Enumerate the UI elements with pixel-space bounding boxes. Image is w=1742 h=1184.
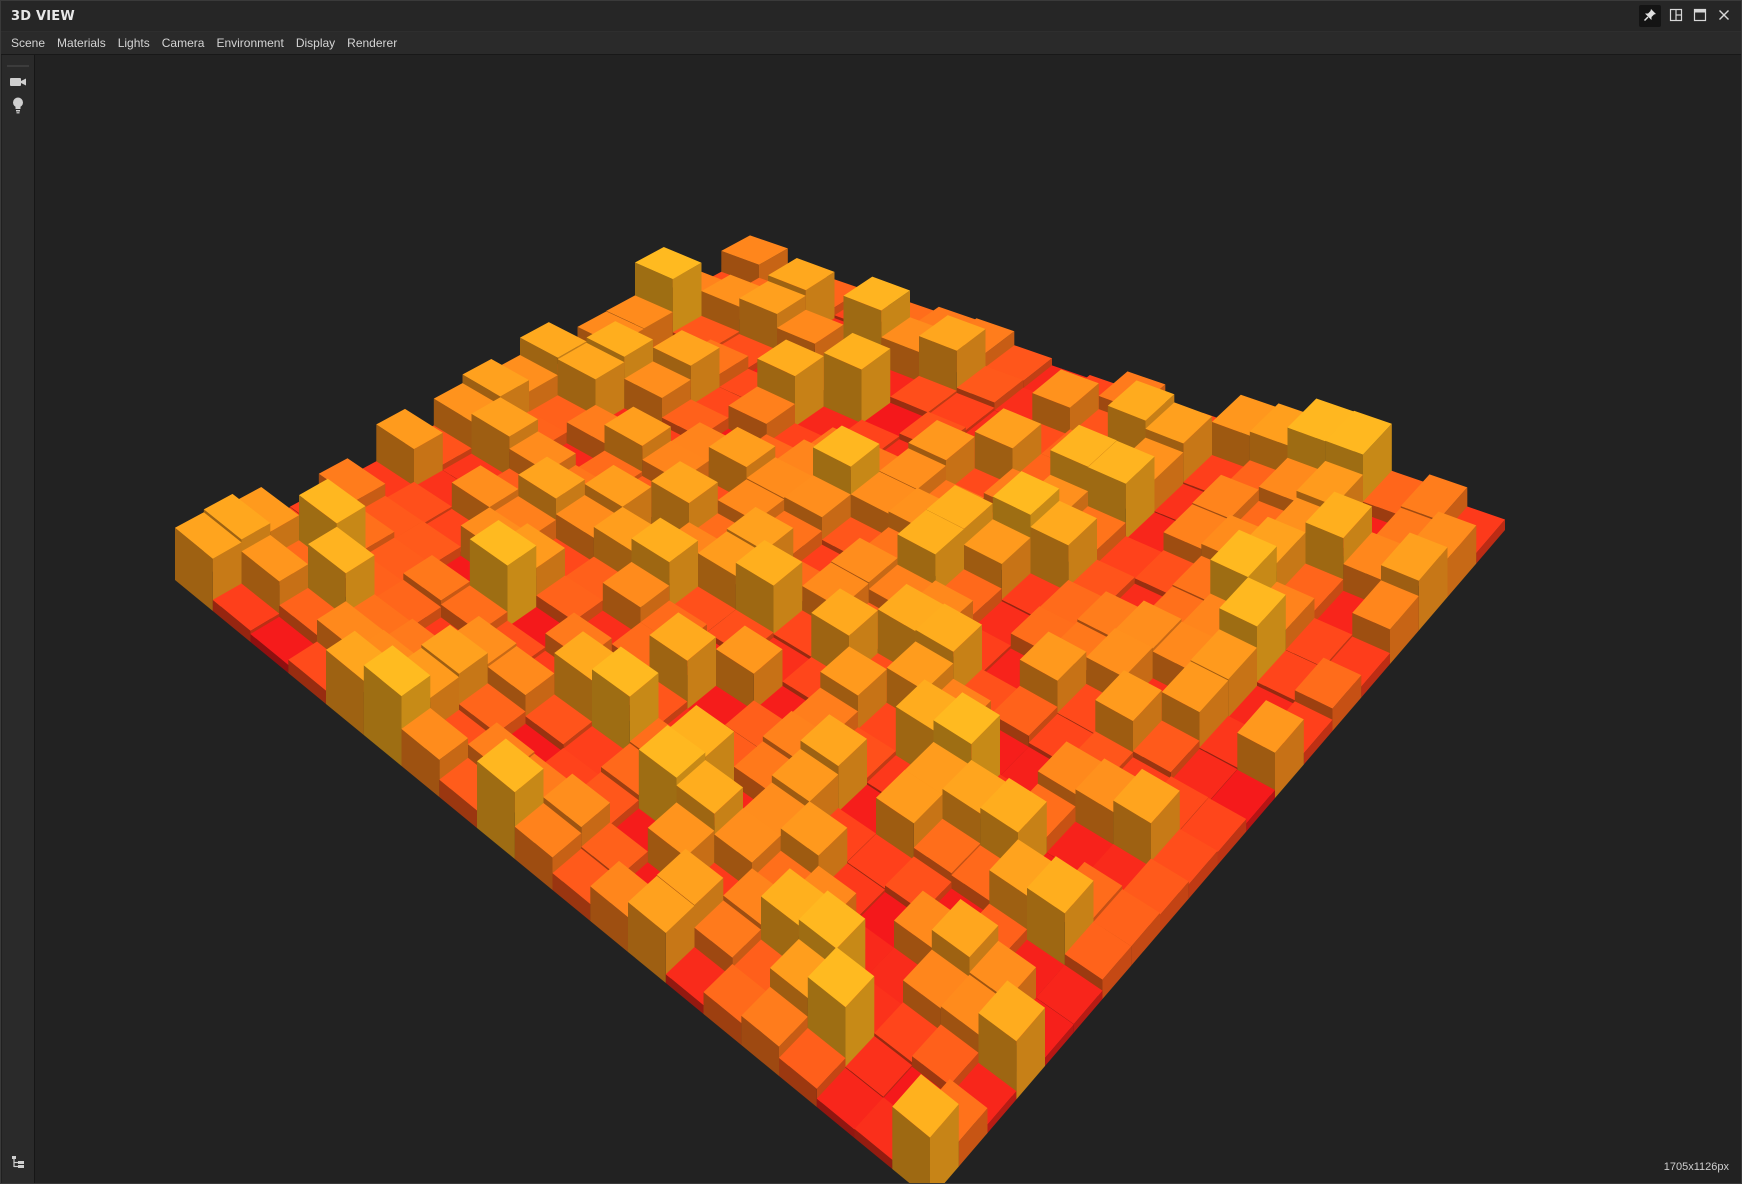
scene-render	[175, 235, 1505, 1183]
menu-bar: Scene Materials Lights Camera Environmen…	[1, 32, 1741, 55]
camera-icon	[9, 74, 27, 93]
menu-materials[interactable]: Materials	[51, 32, 112, 54]
layout-button[interactable]	[1665, 5, 1687, 27]
scene-tree-button[interactable]	[7, 1153, 29, 1173]
menu-scene[interactable]: Scene	[1, 32, 51, 54]
menu-display[interactable]: Display	[290, 32, 341, 54]
pin-button[interactable]	[1639, 5, 1661, 27]
toolstrip-divider	[7, 65, 29, 67]
close-button[interactable]	[1713, 5, 1735, 27]
light-tool-button[interactable]	[7, 97, 29, 117]
maximize-icon	[1693, 7, 1707, 26]
scene-tree-icon	[11, 1154, 25, 1173]
3d-viewport[interactable]: 1705x1126px	[35, 55, 1741, 1183]
title-bar: 3D VIEW	[1, 1, 1741, 32]
close-icon	[1717, 7, 1731, 26]
left-toolstrip	[2, 55, 35, 1183]
pin-icon	[1643, 7, 1657, 26]
layout-icon	[1669, 7, 1683, 26]
app-window: 3D VIEW Scene Materials Lights Camera En…	[0, 0, 1742, 1184]
bar-heightmap	[175, 235, 1505, 1183]
camera-tool-button[interactable]	[7, 73, 29, 93]
resolution-label: 1705x1126px	[1663, 1161, 1729, 1173]
menu-renderer[interactable]: Renderer	[341, 32, 403, 54]
menu-environment[interactable]: Environment	[210, 32, 289, 54]
menu-lights[interactable]: Lights	[112, 32, 156, 54]
window-title: 3D VIEW	[11, 9, 75, 24]
menu-camera[interactable]: Camera	[156, 32, 211, 54]
light-bulb-icon	[11, 96, 25, 118]
maximize-button[interactable]	[1689, 5, 1711, 27]
